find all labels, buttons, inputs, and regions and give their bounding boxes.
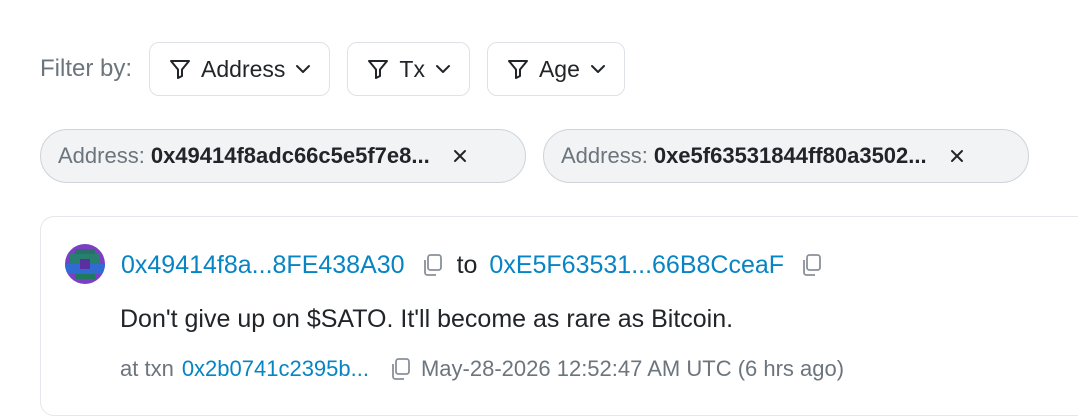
filter-age-button[interactable]: Age: [486, 42, 625, 96]
active-filter-chip: Address: 0x49414f8adc66c5e5f7e8...: [40, 129, 526, 183]
filter-tx-button[interactable]: Tx: [347, 42, 470, 96]
at-txn-label: at txn: [120, 356, 174, 381]
close-icon[interactable]: [452, 148, 468, 164]
filter-bar: Filter by: Address Tx Age: [40, 41, 625, 97]
chevron-down-icon: [589, 60, 607, 78]
active-filter-chip: Address: 0xe5f63531844ff80a3502...: [543, 129, 1029, 183]
filter-address-button[interactable]: Address: [149, 42, 331, 96]
chip-value: 0x49414f8adc66c5e5f7e8...: [150, 143, 430, 168]
message-header: 0x49414f8a...8FE438A30 to 0xE5F63531...6…: [121, 247, 836, 283]
close-icon[interactable]: [949, 148, 965, 164]
funnel-icon: [506, 57, 530, 81]
to-address-link[interactable]: 0xE5F63531...66B8CceaF: [489, 251, 784, 280]
avatar: [65, 244, 105, 284]
message-card: 0x49414f8a...8FE438A30 to 0xE5F63531...6…: [40, 216, 1078, 416]
filter-tx-label: Tx: [399, 55, 425, 82]
from-address-link[interactable]: 0x49414f8a...8FE438A30: [121, 251, 405, 280]
timestamp: May-28-2026 12:52:47 AM UTC (6 hrs ago): [420, 356, 845, 381]
active-filters: Address: 0x49414f8adc66c5e5f7e8... Addre…: [40, 129, 1029, 183]
to-label: to: [456, 250, 478, 279]
chip-label: Address:: [561, 143, 648, 168]
chip-value: 0xe5f63531844ff80a3502...: [653, 143, 927, 168]
chip-label: Address:: [58, 143, 145, 168]
funnel-icon: [168, 57, 192, 81]
funnel-icon: [366, 57, 390, 81]
chevron-down-icon: [434, 60, 452, 78]
filter-age-label: Age: [538, 55, 580, 82]
filter-address-label: Address: [201, 55, 286, 82]
filter-by-label: Filter by:: [40, 55, 133, 82]
message-meta: at txn 0x2b0741c2395b... May-28-2026 12:…: [120, 356, 844, 382]
copy-icon[interactable]: [800, 253, 822, 277]
copy-icon[interactable]: [421, 253, 443, 277]
copy-icon[interactable]: [389, 357, 411, 381]
chevron-down-icon: [294, 60, 312, 78]
message-text: Don't give up on $SATO. It'll become as …: [120, 305, 734, 333]
txn-hash-link[interactable]: 0x2b0741c2395b...: [182, 356, 369, 382]
